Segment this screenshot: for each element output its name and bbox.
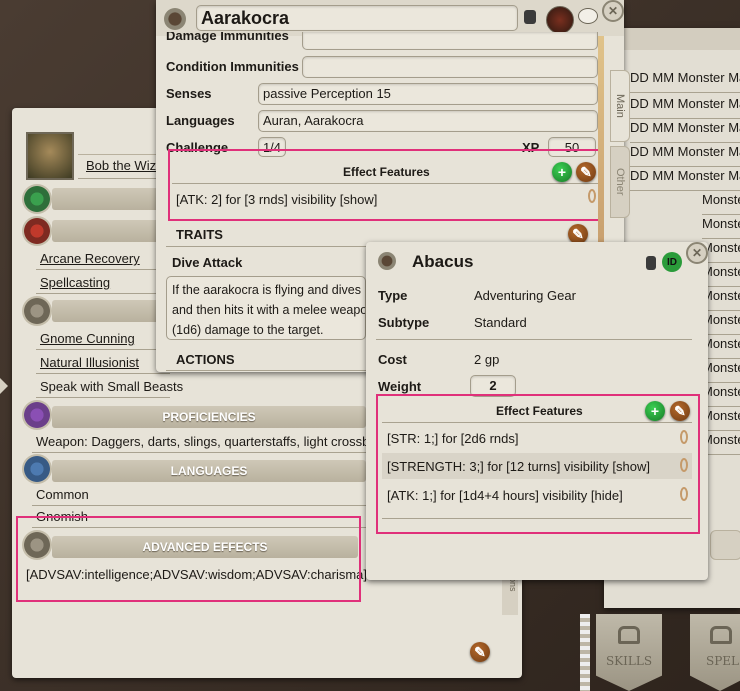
list-item[interactable]: DD MM Monster Ma xyxy=(630,70,740,93)
item-lock-icon[interactable] xyxy=(646,256,656,270)
item-subtype-label: Subtype xyxy=(378,315,430,330)
damage-immunities-field[interactable] xyxy=(302,32,598,50)
advanced-effects-highlight xyxy=(16,516,361,602)
trait-speak-small-beasts[interactable]: Speak with Small Beasts xyxy=(36,379,183,398)
item-subtype-value[interactable]: Standard xyxy=(474,315,527,330)
traits-header-bar xyxy=(52,300,168,322)
npc-scroll-chain[interactable] xyxy=(598,36,604,276)
item-type-value[interactable]: Adventuring Gear xyxy=(474,288,576,303)
trait-natural-illusionist[interactable]: Natural Illusionist xyxy=(36,355,170,374)
item-close-icon[interactable]: ✕ xyxy=(686,242,708,264)
condition-immunities-field[interactable] xyxy=(302,56,598,78)
item-token-icon[interactable] xyxy=(378,252,396,270)
npc-chat-icon[interactable] xyxy=(578,8,598,24)
feature-header-bar xyxy=(52,220,168,242)
item-id-icon[interactable]: ID xyxy=(662,252,682,272)
proficiencies-header: PROFICIENCIES xyxy=(52,406,366,428)
skills-button[interactable]: SKILLS xyxy=(596,614,662,691)
languages-gear-icon xyxy=(22,454,52,484)
traits-edit-button[interactable]: ✎ xyxy=(568,224,588,244)
list-item[interactable]: Monster Ma xyxy=(702,216,740,239)
skills-icon xyxy=(618,626,640,644)
list-item[interactable]: DD MM Monster Ma xyxy=(630,96,740,119)
actions-divider xyxy=(166,370,366,371)
character-name[interactable]: Bob the Wizard xyxy=(78,158,175,179)
trait-gnome-cunning[interactable]: Gnome Cunning xyxy=(36,331,170,350)
item-cost-label: Cost xyxy=(378,352,407,367)
feature-header-bar xyxy=(52,188,168,210)
feature-arcane-recovery[interactable]: Arcane Recovery xyxy=(36,251,170,270)
npc-token-icon[interactable] xyxy=(164,8,186,30)
traits-gear-icon xyxy=(22,296,52,326)
language-common[interactable]: Common xyxy=(32,487,368,506)
npc-name-field[interactable]: Aarakocra xyxy=(196,5,518,31)
npc-lock-icon[interactable] xyxy=(524,10,536,24)
trait-name[interactable]: Dive Attack xyxy=(172,255,242,270)
proficiency-weapons[interactable]: Weapon: Daggers, darts, slings, quarters… xyxy=(32,434,392,453)
item-type-label: Type xyxy=(378,288,408,303)
list-panel-button[interactable] xyxy=(710,530,740,560)
char-sheet-edit-button[interactable]: ✎ xyxy=(470,642,490,662)
item-divider xyxy=(376,339,692,340)
list-item[interactable]: DD MM Monster Ma xyxy=(630,168,740,191)
item-cost-value[interactable]: 2 gp xyxy=(474,352,499,367)
feature-gear-icon xyxy=(22,216,52,246)
item-effect-highlight xyxy=(376,394,700,534)
bottom-chain xyxy=(580,614,590,691)
list-item[interactable]: DD MM Monster Ma xyxy=(630,144,740,167)
tab-other[interactable]: Other xyxy=(610,146,630,218)
character-portrait[interactable] xyxy=(26,132,74,180)
item-weight-label: Weight xyxy=(378,379,422,394)
feature-gear-icon xyxy=(22,184,52,214)
senses-field[interactable]: passive Perception 15 xyxy=(258,83,598,105)
sidebar-arrow-icon[interactable] xyxy=(0,378,8,394)
list-panel-header xyxy=(604,28,740,50)
damage-immunities-label: Damage Immunities xyxy=(166,32,289,43)
languages-label: Languages xyxy=(166,113,235,128)
tab-main[interactable]: Main xyxy=(610,70,630,142)
npc-effect-highlight xyxy=(168,149,604,221)
proficiencies-gear-icon xyxy=(22,400,52,430)
condition-immunities-label: Condition Immunities xyxy=(166,59,299,74)
feature-spellcasting[interactable]: Spellcasting xyxy=(36,275,170,294)
list-item[interactable]: Monster Ma xyxy=(702,192,740,215)
spells-icon xyxy=(710,626,732,644)
char-row-bar xyxy=(78,136,168,155)
list-item[interactable]: DD MM Monster Ma xyxy=(630,120,740,143)
senses-label: Senses xyxy=(166,86,212,101)
npc-portrait-icon[interactable] xyxy=(546,6,574,34)
item-title[interactable]: Abacus xyxy=(412,252,473,272)
side-tab-fragment[interactable]: ions xyxy=(502,575,518,615)
npc-close-icon[interactable]: ✕ xyxy=(602,0,624,22)
trait-description[interactable]: If the aarakocra is flying and dives at … xyxy=(166,276,366,340)
languages-header: LANGUAGES xyxy=(52,460,366,482)
languages-field[interactable]: Auran, Aarakocra xyxy=(258,110,598,132)
actions-header: ACTIONS xyxy=(176,352,235,367)
traits-header: TRAITS xyxy=(176,227,223,242)
